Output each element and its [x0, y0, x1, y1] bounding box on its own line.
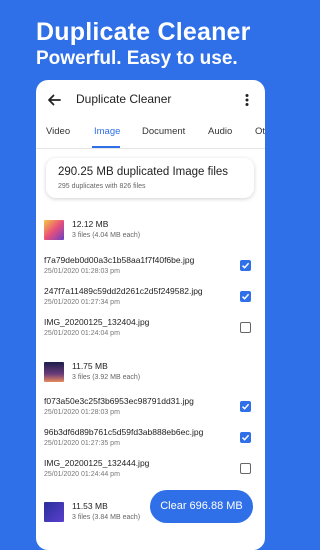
summary-subtitle: 295 duplicates with 826 files — [58, 183, 146, 190]
file-checkbox[interactable] — [240, 260, 251, 271]
check-icon — [241, 403, 250, 410]
file-row[interactable]: f7a79deb0d00a3c1b58aa1f7f40f6be.jpg 25/0… — [44, 255, 258, 285]
tab-bar: Video Image Document Audio Ot — [36, 120, 265, 148]
file-name: f7a79deb0d00a3c1b58aa1f7f40f6be.jpg — [44, 255, 195, 265]
tab-image[interactable]: Image — [94, 126, 120, 137]
group-size: 11.53 MB — [72, 501, 108, 511]
file-date: 25/01/2020 01:28:03 pm — [44, 409, 120, 416]
file-name: f073a50e3c25f3b6953ec98791dd31.jpg — [44, 396, 194, 406]
arrow-left-icon[interactable] — [46, 92, 62, 108]
tab-video[interactable]: Video — [46, 126, 70, 137]
group-header[interactable]: 11.75 MB 3 files (3.92 MB each) — [44, 360, 244, 386]
file-name: IMG_20200125_132404.jpg — [44, 317, 150, 327]
file-name: 247f7a11489c59dd2d261c2d5f249582.jpg — [44, 286, 203, 296]
app-title: Duplicate Cleaner — [76, 92, 172, 106]
tab-other[interactable]: Ot — [255, 126, 265, 137]
file-date: 25/01/2020 01:27:34 pm — [44, 299, 120, 306]
divider — [36, 148, 265, 149]
summary-title: 290.25 MB duplicated Image files — [58, 166, 229, 178]
file-checkbox[interactable] — [240, 401, 251, 412]
check-icon — [241, 262, 250, 269]
file-row[interactable]: 96b3df6d89b761c5d59fd3ab888eb6ec.jpg 25/… — [44, 427, 258, 457]
file-row[interactable]: 247f7a11489c59dd2d261c2d5f249582.jpg 25/… — [44, 286, 258, 316]
file-checkbox[interactable] — [240, 322, 251, 333]
promo-title: Duplicate Cleaner — [36, 18, 251, 46]
check-icon — [241, 434, 250, 441]
promo-subtitle: Powerful. Easy to use. — [36, 48, 238, 69]
file-checkbox[interactable] — [240, 463, 251, 474]
file-date: 25/01/2020 01:27:35 pm — [44, 440, 120, 447]
clear-button[interactable]: Clear 696.88 MB — [150, 490, 253, 523]
group-header[interactable]: 12.12 MB 3 files (4.04 MB each) — [44, 218, 244, 244]
file-row[interactable]: f073a50e3c25f3b6953ec98791dd31.jpg 25/01… — [44, 396, 258, 426]
tab-audio[interactable]: Audio — [208, 126, 232, 137]
file-checkbox[interactable] — [240, 432, 251, 443]
phone-screen: Duplicate Cleaner Video Image Document A… — [36, 80, 265, 550]
file-checkbox[interactable] — [240, 291, 251, 302]
group-count: 3 files (4.04 MB each) — [72, 232, 141, 239]
file-name: IMG_20200125_132444.jpg — [44, 458, 150, 468]
file-name: 96b3df6d89b761c5d59fd3ab888eb6ec.jpg — [44, 427, 204, 437]
file-date: 25/01/2020 01:24:04 pm — [44, 330, 120, 337]
file-date: 25/01/2020 01:28:03 pm — [44, 268, 120, 275]
image-thumbnail — [44, 362, 64, 382]
image-thumbnail — [44, 502, 64, 522]
more-vert-icon[interactable] — [240, 92, 254, 108]
file-row[interactable]: IMG_20200125_132404.jpg 25/01/2020 01:24… — [44, 317, 258, 347]
app-bar: Duplicate Cleaner — [36, 80, 265, 120]
group-count: 3 files (3.84 MB each) — [72, 514, 141, 521]
file-date: 25/01/2020 01:24:44 pm — [44, 471, 120, 478]
group-size: 12.12 MB — [72, 219, 109, 229]
group-count: 3 files (3.92 MB each) — [72, 374, 141, 381]
file-row[interactable]: IMG_20200125_132444.jpg 25/01/2020 01:24… — [44, 458, 258, 488]
image-thumbnail — [44, 220, 64, 240]
group-size: 11.75 MB — [72, 361, 108, 371]
summary-card: 290.25 MB duplicated Image files 295 dup… — [46, 158, 254, 198]
tab-document[interactable]: Document — [142, 126, 185, 137]
check-icon — [241, 293, 250, 300]
